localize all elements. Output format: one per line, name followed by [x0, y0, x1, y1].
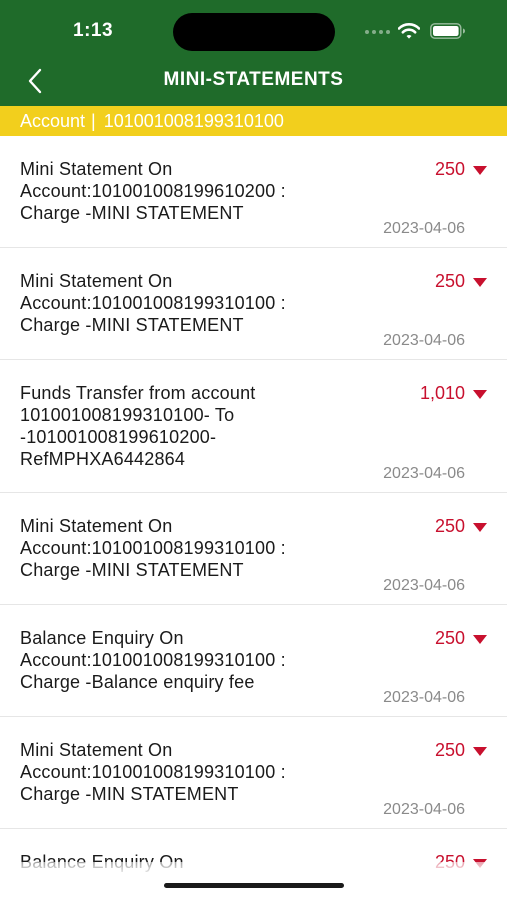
description-line: Account:101001008199310100 :: [20, 650, 286, 670]
bottom-fade: [0, 862, 507, 900]
description-line: Mini Statement On: [20, 159, 173, 179]
description-line: -101001008199610200-: [20, 427, 217, 447]
transaction-amount: 250: [434, 740, 465, 760]
transaction-item[interactable]: Funds Transfer from account 101001008199…: [0, 360, 507, 493]
transaction-amount: 250: [434, 628, 465, 648]
description-line: Account:101001008199310100 :: [20, 293, 286, 313]
account-number: 101001008199310100: [103, 111, 284, 131]
transaction-date: 2023-04-06: [383, 689, 465, 706]
transaction-list: Mini Statement On Account:10100100819961…: [0, 136, 507, 900]
transaction-item[interactable]: Mini Statement On Account:10100100819931…: [0, 717, 507, 829]
caret-down-icon: [473, 278, 487, 287]
home-indicator[interactable]: [164, 883, 344, 888]
dynamic-island: [173, 13, 335, 51]
description-line: Charge -Balance enquiry fee: [20, 672, 255, 692]
description-line: Mini Statement On: [20, 516, 173, 536]
caret-down-icon: [473, 635, 487, 644]
transaction-date: 2023-04-06: [383, 801, 465, 818]
transaction-amount: 250: [434, 159, 465, 179]
account-bar: Account | 101001008199310100: [0, 106, 507, 136]
description-line: Mini Statement On: [20, 740, 173, 760]
account-separator: |: [91, 111, 96, 131]
transaction-item[interactable]: Mini Statement On Account:10100100819931…: [0, 493, 507, 605]
wifi-icon: [398, 23, 420, 39]
transaction-date: 2023-04-06: [383, 577, 465, 594]
cellular-signal-icon: [365, 30, 390, 34]
caret-down-icon: [473, 166, 487, 175]
transaction-description: Funds Transfer from account 101001008199…: [20, 382, 365, 470]
transaction-description: Mini Statement On Account:10100100819931…: [20, 270, 365, 336]
description-line: Account:101001008199310100 :: [20, 762, 286, 782]
description-line: Account:101001008199310100 :: [20, 538, 286, 558]
transaction-date: 2023-04-06: [383, 332, 465, 349]
caret-down-icon: [473, 390, 487, 399]
transaction-date: 2023-04-06: [383, 220, 465, 237]
transaction-item[interactable]: Mini Statement On Account:10100100819961…: [0, 136, 507, 248]
transaction-amount: 250: [434, 516, 465, 536]
description-line: Account:101001008199610200 :: [20, 181, 286, 201]
description-line: Balance Enquiry On: [20, 628, 184, 648]
app-screen: 1:13 MINI-STATEMENTS Account | 10100100819…: [0, 0, 507, 900]
transaction-description: Mini Statement On Account:10100100819961…: [20, 158, 365, 224]
description-line: 101001008199310100- To: [20, 405, 235, 425]
header: 1:13 MINI-STATEMENTS: [0, 0, 507, 106]
caret-down-icon: [473, 523, 487, 532]
description-line: Funds Transfer from account: [20, 383, 256, 403]
transaction-description: Balance Enquiry On Account:1010010081993…: [20, 627, 365, 693]
description-line: Charge -MINI STATEMENT: [20, 203, 244, 223]
transaction-item[interactable]: Mini Statement On Account:10100100819931…: [0, 248, 507, 360]
description-line: Charge -MINI STATEMENT: [20, 560, 244, 580]
caret-down-icon: [473, 747, 487, 756]
description-line: Charge -MINI STATEMENT: [20, 315, 244, 335]
transaction-amount: 250: [434, 271, 465, 291]
transaction-description: Mini Statement On Account:10100100819931…: [20, 515, 365, 581]
account-label: Account: [20, 111, 86, 131]
description-line: RefMPHXA6442864: [20, 449, 186, 469]
transaction-date: 2023-04-06: [383, 465, 465, 482]
description-line: Charge -MIN STATEMENT: [20, 784, 239, 804]
page-title: MINI-STATEMENTS: [163, 69, 344, 90]
transaction-description: Mini Statement On Account:10100100819931…: [20, 739, 365, 805]
transaction-amount: 1,010: [419, 383, 465, 403]
status-time: 1:13: [73, 20, 114, 41]
transaction-item[interactable]: Balance Enquiry On Account:1010010081993…: [0, 605, 507, 717]
battery-icon: [430, 23, 465, 39]
description-line: Mini Statement On: [20, 271, 173, 291]
